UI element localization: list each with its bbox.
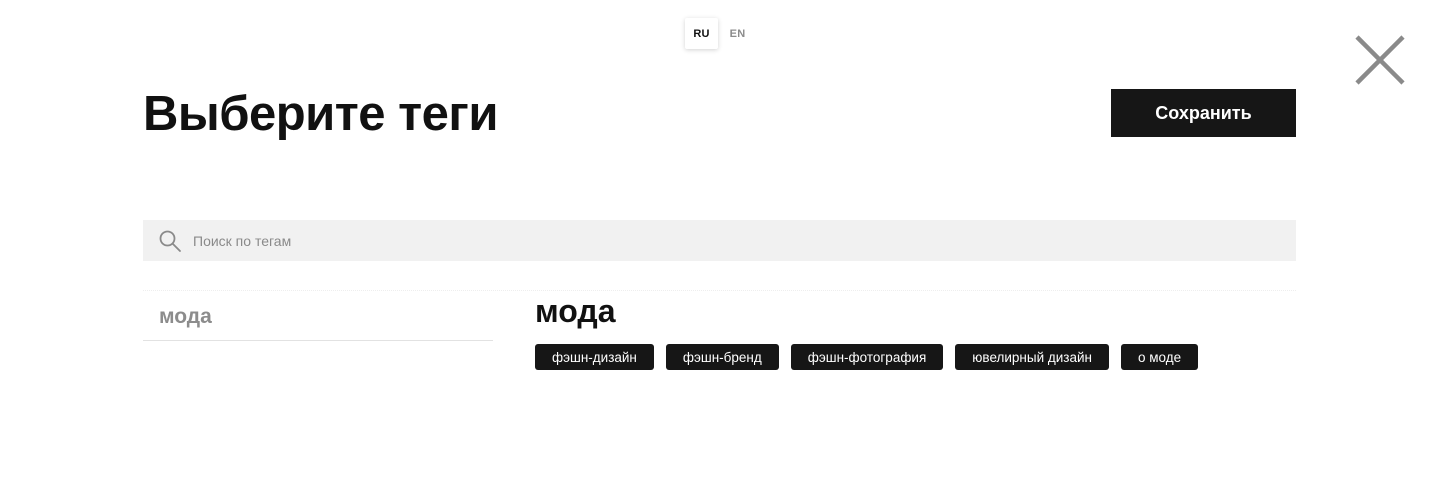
category-list: мода xyxy=(143,293,493,341)
search-icon xyxy=(159,230,181,252)
close-button[interactable] xyxy=(1354,34,1406,86)
tag-chip[interactable]: о моде xyxy=(1121,344,1199,370)
tag-chip[interactable]: фэшн-бренд xyxy=(665,344,779,370)
close-icon xyxy=(1355,35,1405,85)
tag-list: фэшн-дизайн фэшн-бренд фэшн-фотография ю… xyxy=(535,344,1296,370)
tag-group-title: мода xyxy=(535,293,616,329)
tag-chip[interactable]: фэшн-фотография xyxy=(790,344,944,370)
page-title: Выберите теги xyxy=(143,87,498,141)
search-input[interactable] xyxy=(193,220,1296,261)
tag-selection-page: RU EN Выберите теги Сохранить мода мода … xyxy=(0,0,1440,488)
tag-chip[interactable]: фэшн-дизайн xyxy=(535,344,654,370)
category-item-moda[interactable]: мода xyxy=(143,293,493,341)
save-button[interactable]: Сохранить xyxy=(1111,89,1296,137)
tag-group: мода фэшн-дизайн фэшн-бренд фэшн-фотогра… xyxy=(535,290,1296,370)
lang-ru-button[interactable]: RU xyxy=(685,18,718,49)
search-bar xyxy=(143,220,1296,261)
lang-en-button[interactable]: EN xyxy=(721,18,754,49)
language-switch: RU EN xyxy=(685,18,754,49)
tag-chip[interactable]: ювелирный дизайн xyxy=(955,344,1109,370)
